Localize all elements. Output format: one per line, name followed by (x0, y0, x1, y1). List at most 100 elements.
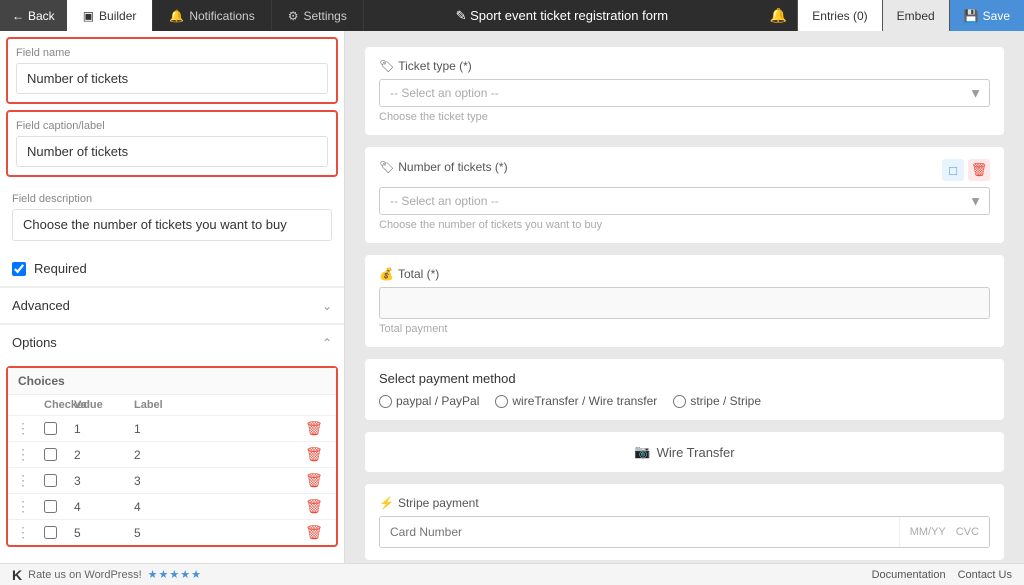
top-navigation: ← Back ▣ Builder 🔔 Notifications ⚙ Setti… (0, 0, 1024, 31)
choice-value-5: 5 (74, 526, 134, 540)
choice-label-3: 3 (134, 474, 300, 488)
nav-right-actions: 🔔 Entries (0) Embed 💾 Save (760, 0, 1024, 31)
choice-label-1: 1 (134, 422, 300, 436)
num-tickets-select-wrapper: -- Select an option -- ▼ (379, 187, 990, 215)
total-input[interactable] (379, 287, 990, 319)
tag-icon: 🏷 (379, 59, 394, 73)
back-arrow-icon: ← (12, 9, 24, 23)
embed-button[interactable]: Embed (882, 0, 949, 31)
chevron-up-icon: ⌃ (322, 336, 332, 350)
list-item: ⋮ 1 1 🗑 (8, 415, 336, 441)
save-button[interactable]: 💾 Save (949, 0, 1024, 31)
choices-section: Choices Checked Value Label ⋮ 1 1 🗑 ⋮ 2 … (6, 366, 338, 547)
delete-choice-button-1[interactable]: 🗑 (300, 420, 328, 437)
tab-settings[interactable]: ⚙ Settings (272, 0, 364, 31)
options-label: Options (12, 335, 57, 350)
choice-checkbox-2[interactable] (44, 448, 57, 461)
footer-logo: K (12, 567, 22, 583)
drag-handle-icon[interactable]: ⋮ (16, 472, 44, 489)
main-layout: Field name Number of tickets Field capti… (0, 31, 1024, 563)
field-caption-label: Field caption/label (16, 120, 328, 132)
ticket-type-label: 🏷 Ticket type (*) (379, 59, 990, 73)
choice-value-3: 3 (74, 474, 134, 488)
field-name-input[interactable]: Number of tickets (16, 63, 328, 94)
drag-handle-icon[interactable]: ⋮ (16, 524, 44, 541)
num-tickets-hint: Choose the number of tickets you want to… (379, 219, 990, 231)
docs-link[interactable]: Documentation (872, 569, 946, 581)
back-label: Back (28, 9, 55, 23)
list-item: ⋮ 4 4 🗑 (8, 493, 336, 519)
num-tickets-field: 🏷 Number of tickets (*) □ 🗑 -- Select an… (365, 147, 1004, 243)
choice-checkbox-1[interactable] (44, 422, 57, 435)
copy-field-button[interactable]: □ (942, 159, 964, 181)
card-number-input[interactable] (380, 517, 899, 547)
choice-checkbox-5[interactable] (44, 526, 57, 539)
builder-label: Builder (99, 9, 136, 23)
choice-value-2: 2 (74, 448, 134, 462)
choices-list: ⋮ 1 1 🗑 ⋮ 2 2 🗑 ⋮ 3 3 🗑 ⋮ 4 4 🗑 ⋮ 5 (8, 415, 336, 545)
list-item: ⋮ 2 2 🗑 (8, 441, 336, 467)
back-button[interactable]: ← Back (0, 0, 67, 31)
right-panel: 🏷 Ticket type (*) -- Select an option --… (345, 31, 1024, 563)
left-panel: Field name Number of tickets Field capti… (0, 31, 345, 563)
advanced-section-header[interactable]: Advanced ⌄ (0, 287, 344, 323)
builder-icon: ▣ (83, 9, 94, 23)
payment-options-list: paypal / PayPal wireTransfer / Wire tran… (379, 394, 990, 408)
field-description-section: Field description Choose the number of t… (0, 183, 344, 251)
required-checkbox[interactable] (12, 262, 26, 276)
delete-choice-button-4[interactable]: 🗑 (300, 498, 328, 515)
field-caption-input[interactable]: Number of tickets (16, 136, 328, 167)
choices-columns: Checked Value Label (8, 395, 336, 415)
drag-handle-icon[interactable]: ⋮ (16, 446, 44, 463)
tag2-icon: 🏷 (379, 160, 394, 174)
entries-button[interactable]: Entries (0) (797, 0, 881, 31)
form-title: ✎ Sport event ticket registration form (364, 8, 760, 24)
tab-notifications[interactable]: 🔔 Notifications (153, 0, 271, 31)
drag-handle-icon[interactable]: ⋮ (16, 498, 44, 515)
notifications-label: Notifications (189, 9, 254, 23)
num-tickets-select[interactable]: -- Select an option -- (379, 187, 990, 215)
stripe-card-row: MM/YY CVC (379, 516, 990, 548)
num-tickets-top-row: 🏷 Number of tickets (*) □ 🗑 (379, 159, 990, 181)
stripe-payment-field: ⚡ Stripe payment MM/YY CVC (365, 484, 1004, 560)
choice-checkbox-4[interactable] (44, 500, 57, 513)
payment-option-paypal[interactable]: paypal / PayPal (379, 394, 479, 408)
card-extra: MM/YY CVC (899, 517, 989, 547)
field-caption-section: Field caption/label Number of tickets (6, 110, 338, 177)
wire-transfer-field: 📷 Wire Transfer (365, 432, 1004, 472)
advanced-label: Advanced (12, 298, 70, 313)
options-section-header[interactable]: Options ⌃ (0, 324, 344, 360)
ticket-type-hint: Choose the ticket type (379, 111, 990, 123)
ticket-type-select[interactable]: -- Select an option -- (379, 79, 990, 107)
tab-builder[interactable]: ▣ Builder (67, 0, 154, 31)
choice-checkbox-3[interactable] (44, 474, 57, 487)
notification-bell-icon[interactable]: 🔔 (760, 7, 797, 24)
delete-choice-button-2[interactable]: 🗑 (300, 446, 328, 463)
wire-icon: 📷 (634, 444, 650, 460)
payment-option-stripe[interactable]: stripe / Stripe (673, 394, 761, 408)
delete-field-button[interactable]: 🗑 (968, 159, 990, 181)
choice-value-1: 1 (74, 422, 134, 436)
drag-handle-icon[interactable]: ⋮ (16, 420, 44, 437)
num-tickets-label: 🏷 Number of tickets (*) (379, 160, 508, 174)
payment-option-wire[interactable]: wireTransfer / Wire transfer (495, 394, 657, 408)
required-row: Required (0, 251, 344, 286)
choice-label-2: 2 (134, 448, 300, 462)
field-description-input[interactable]: Choose the number of tickets you want to… (12, 209, 332, 241)
delete-choice-button-3[interactable]: 🗑 (300, 472, 328, 489)
edit-icon: ✎ (456, 8, 467, 23)
delete-choice-button-5[interactable]: 🗑 (300, 524, 328, 541)
stripe-label: ⚡ Stripe payment (379, 496, 990, 510)
ticket-type-select-wrapper: -- Select an option -- ▼ (379, 79, 990, 107)
payment-method-label: Select payment method (379, 371, 990, 386)
choice-label-4: 4 (134, 500, 300, 514)
chevron-down-icon: ⌄ (322, 299, 332, 313)
required-label: Required (34, 261, 87, 276)
total-icon: 💰 (379, 267, 394, 281)
footer-left: K Rate us on WordPress! ★★★★★ (12, 567, 202, 583)
contact-link[interactable]: Contact Us (958, 569, 1012, 581)
choices-header: Choices (8, 368, 336, 395)
total-hint: Total payment (379, 323, 990, 335)
field-name-label: Field name (16, 47, 328, 59)
save-icon: 💾 (964, 9, 979, 23)
